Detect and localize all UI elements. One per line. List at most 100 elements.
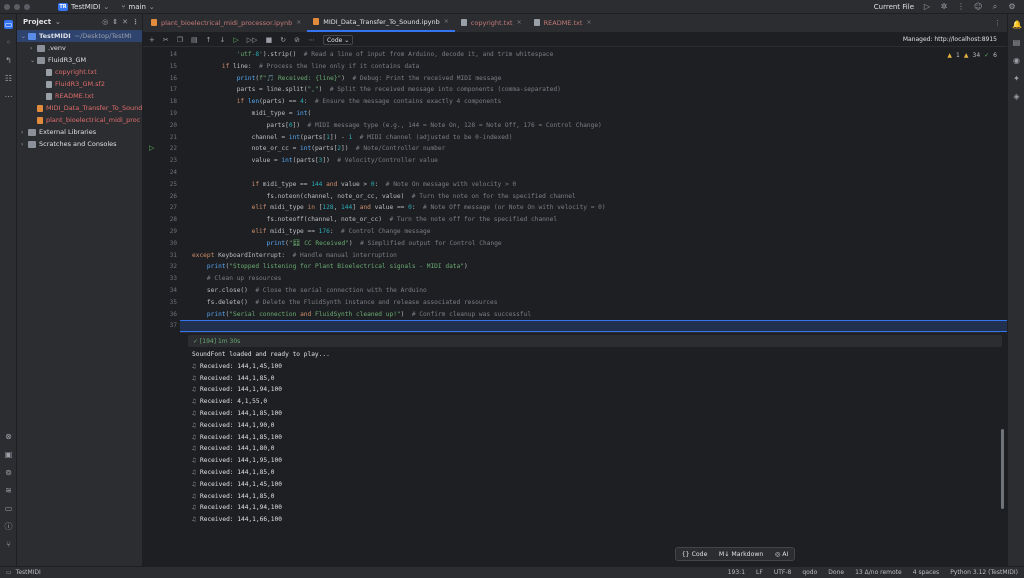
vcs-icon[interactable]: ⑂ bbox=[4, 540, 13, 549]
folder-icon[interactable]: ▭ bbox=[4, 20, 13, 29]
code-line[interactable]: except KeyboardInterrupt: # Handle manua… bbox=[180, 250, 1007, 262]
chevron-right-icon[interactable]: › bbox=[21, 141, 28, 148]
task-status[interactable]: Done bbox=[828, 569, 844, 576]
line-separator[interactable]: LF bbox=[756, 569, 763, 576]
indent-setting[interactable]: 4 spaces bbox=[913, 569, 939, 576]
vcs-status[interactable]: 13 Δ/no remote bbox=[855, 569, 902, 576]
cell-type-select[interactable]: Code ⌄ bbox=[322, 34, 354, 45]
tree-item[interactable]: README.txt bbox=[17, 90, 142, 102]
collapse-icon[interactable]: ✕ bbox=[122, 18, 128, 26]
pull-request-icon[interactable]: ↰ bbox=[4, 56, 13, 65]
tree-item[interactable]: ⌄ TestMIDI ~/Desktop/TestMI bbox=[17, 30, 142, 42]
more-tabs-icon[interactable]: ⋮ bbox=[994, 19, 1001, 27]
tree-item[interactable]: ⌄ FluidR3_GM bbox=[17, 54, 142, 66]
tree-item[interactable]: MIDI_Data_Transfer_To_Sound bbox=[17, 102, 142, 114]
window-close-control[interactable] bbox=[4, 3, 10, 10]
run-line-icon[interactable]: ▷ bbox=[149, 144, 154, 152]
code-line[interactable]: print(f"🎵 Received: {line}") # Debug: Pr… bbox=[180, 73, 1007, 85]
code-line[interactable]: channel = int(parts[1]) - 1 # MIDI chann… bbox=[180, 132, 1007, 144]
more-icon[interactable]: ⋯ bbox=[308, 36, 315, 44]
code-line[interactable]: print("Serial connection and FluidSynth … bbox=[180, 309, 1007, 321]
cut-icon[interactable]: ✂ bbox=[163, 36, 169, 44]
chevron-right-icon[interactable]: › bbox=[30, 45, 37, 52]
ai-button[interactable]: ◎ AI bbox=[775, 551, 788, 558]
python-interpreter[interactable]: Python 3.12 (TestMIDI) bbox=[950, 569, 1018, 576]
file-encoding[interactable]: UTF-8 bbox=[774, 569, 792, 576]
problems-icon[interactable]: ⓘ bbox=[4, 522, 13, 531]
branch-switcher[interactable]: main bbox=[128, 3, 146, 11]
window-minimize-control[interactable] bbox=[14, 3, 20, 10]
code-line[interactable]: elif midi_type in [128, 144] and value =… bbox=[180, 202, 1007, 214]
gear-icon[interactable]: ⚙ bbox=[1008, 3, 1016, 11]
add-cell-icon[interactable]: + bbox=[149, 36, 155, 44]
qodo-widget[interactable]: qodo bbox=[802, 569, 817, 576]
debug-icon[interactable]: ✲ bbox=[940, 3, 948, 11]
stop-icon[interactable]: ■ bbox=[266, 36, 273, 44]
code-line[interactable]: parts[0]) # MIDI message type (e.g., 144… bbox=[180, 120, 1007, 132]
add-code-cell-button[interactable]: {} Code bbox=[682, 551, 708, 558]
notifications-icon[interactable]: 🔔 bbox=[1012, 20, 1022, 29]
managed-server-label[interactable]: Managed: http://localhost:8915 bbox=[903, 36, 997, 43]
more-icon[interactable]: ⋮ bbox=[132, 18, 139, 26]
code-line[interactable]: if line: # Process the line only if it c… bbox=[180, 61, 1007, 73]
editor-tab[interactable]: README.txt × bbox=[528, 13, 598, 32]
project-panel-title[interactable]: Project bbox=[23, 18, 51, 26]
code-line[interactable]: fs.noteoff(channel, note_or_cc) # Turn t… bbox=[180, 214, 1007, 226]
database-icon[interactable]: ▤ bbox=[1012, 38, 1021, 47]
close-icon[interactable]: × bbox=[586, 19, 591, 26]
chevron-right-icon[interactable]: › bbox=[21, 129, 28, 136]
code-line[interactable]: if len(parts) == 4: # Ensure the message… bbox=[180, 96, 1007, 108]
code-cell[interactable]: 'utf-8').strip() # Read a line of input … bbox=[180, 49, 1007, 333]
python-console-icon[interactable]: ▣ bbox=[4, 450, 13, 459]
window-zoom-control[interactable] bbox=[24, 3, 30, 10]
copy-icon[interactable]: ❐ bbox=[177, 36, 183, 44]
code-line[interactable]: parts = line.split(",") # Split the rece… bbox=[180, 84, 1007, 96]
run-icon[interactable]: ▷ bbox=[923, 3, 931, 11]
run-cell-icon[interactable]: ▷ bbox=[233, 36, 238, 44]
editor-tab[interactable]: copyright.txt × bbox=[455, 13, 528, 32]
close-icon[interactable]: × bbox=[296, 19, 301, 26]
code-line[interactable]: elif midi_type == 176: # Control Change … bbox=[180, 226, 1007, 238]
search-icon[interactable]: ⌕ bbox=[991, 3, 999, 11]
run-config-selector[interactable]: Current File bbox=[874, 3, 914, 11]
move-up-icon[interactable]: ↑ bbox=[206, 36, 212, 44]
code-line[interactable]: # Clean up resources bbox=[180, 273, 1007, 285]
code-line[interactable]: note_or_cc = int(parts[2]) # Note/Contro… bbox=[180, 143, 1007, 155]
move-down-icon[interactable]: ↓ bbox=[220, 36, 226, 44]
code-line[interactable]: if midi_type == 144 and value > 0: # Not… bbox=[180, 179, 1007, 191]
layers-icon[interactable]: ≋ bbox=[4, 486, 13, 495]
services-icon[interactable]: ⊚ bbox=[4, 468, 13, 477]
jupyter-icon[interactable]: ◉ bbox=[1012, 56, 1021, 65]
code-line[interactable]: midi_type = int( bbox=[180, 108, 1007, 120]
add-markdown-cell-button[interactable]: M↓ Markdown bbox=[719, 551, 763, 558]
code-line[interactable] bbox=[180, 167, 1007, 179]
tree-item[interactable]: FluidR3_GM.sf2 bbox=[17, 78, 142, 90]
sciview-icon[interactable]: ◈ bbox=[1012, 92, 1021, 101]
locate-icon[interactable]: ◎ bbox=[102, 18, 108, 26]
close-icon[interactable]: × bbox=[444, 18, 449, 25]
paste-icon[interactable]: ▤ bbox=[191, 36, 198, 44]
commit-icon[interactable]: ◦ bbox=[4, 38, 13, 47]
run-all-icon[interactable]: ▷▷ bbox=[247, 36, 258, 44]
execution-status[interactable]: ✓ [194] 1m 30s bbox=[188, 335, 1002, 347]
code-line[interactable] bbox=[180, 320, 1007, 333]
clear-output-icon[interactable]: ⊘ bbox=[294, 36, 300, 44]
editor-tab[interactable]: MIDI_Data_Transfer_To_Sound.ipynb × bbox=[307, 13, 455, 32]
tree-item[interactable]: › Scratches and Consoles bbox=[17, 138, 142, 150]
code-line[interactable]: print("🎛 CC Received") # Simplified outp… bbox=[180, 238, 1007, 250]
more-icon[interactable]: ⋯ bbox=[4, 92, 13, 101]
code-line[interactable]: 'utf-8').strip() # Read a line of input … bbox=[180, 49, 1007, 61]
code-line[interactable]: fs.noteon(channel, note_or_cc, value) # … bbox=[180, 191, 1007, 203]
terminal-icon[interactable]: ▭ bbox=[4, 504, 13, 513]
caret-position[interactable]: 193:1 bbox=[728, 569, 745, 576]
output-scrollbar[interactable] bbox=[1001, 429, 1004, 509]
close-icon[interactable]: × bbox=[517, 19, 522, 26]
project-badge[interactable]: TR bbox=[58, 2, 68, 11]
more-icon[interactable]: ⋮ bbox=[957, 3, 965, 11]
people-icon[interactable]: ☺ bbox=[974, 3, 982, 11]
editor-tab[interactable]: plant_bioelectrical_midi_processor.ipynb… bbox=[145, 13, 307, 32]
python-packages-icon[interactable]: ⊗ bbox=[4, 432, 13, 441]
code-line[interactable]: fs.delete() # Delete the FluidSynth inst… bbox=[180, 297, 1007, 309]
code-line[interactable]: ser.close() # Close the serial connectio… bbox=[180, 285, 1007, 297]
structure-icon[interactable]: ☷ bbox=[4, 74, 13, 83]
